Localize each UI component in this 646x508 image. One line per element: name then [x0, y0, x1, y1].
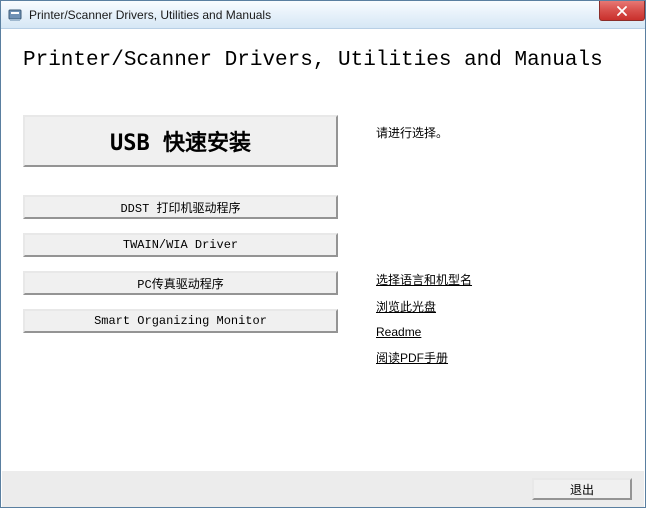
- left-column: USB 快速安装 DDST 打印机驱动程序 TWAIN/WIA Driver P…: [23, 115, 338, 347]
- exit-button[interactable]: 退出: [532, 478, 632, 500]
- smart-organizing-monitor-button[interactable]: Smart Organizing Monitor: [23, 309, 338, 333]
- page-title: Printer/Scanner Drivers, Utilities and M…: [23, 49, 603, 72]
- instruction-text: 请进行选择。: [376, 124, 616, 141]
- dialog-window: Printer/Scanner Drivers, Utilities and M…: [0, 0, 646, 508]
- pc-fax-driver-button[interactable]: PC传真驱动程序: [23, 271, 338, 295]
- ddst-driver-button[interactable]: DDST 打印机驱动程序: [23, 195, 338, 219]
- footer-bar: 退出: [2, 471, 644, 507]
- twain-wia-driver-button[interactable]: TWAIN/WIA Driver: [23, 233, 338, 257]
- readme-link[interactable]: Readme: [376, 325, 421, 339]
- window-title: Printer/Scanner Drivers, Utilities and M…: [29, 8, 271, 22]
- browse-disc-link[interactable]: 浏览此光盘: [376, 298, 436, 315]
- app-icon: [7, 7, 23, 23]
- right-column: 请进行选择。 选择语言和机型名 浏览此光盘 Readme 阅读PDF手册: [376, 124, 616, 376]
- content-area: Printer/Scanner Drivers, Utilities and M…: [1, 29, 645, 507]
- usb-quick-install-button[interactable]: USB 快速安装: [23, 115, 338, 167]
- select-language-model-link[interactable]: 选择语言和机型名: [376, 271, 472, 288]
- titlebar: Printer/Scanner Drivers, Utilities and M…: [1, 1, 645, 29]
- read-pdf-manual-link[interactable]: 阅读PDF手册: [376, 349, 448, 366]
- close-button[interactable]: [599, 1, 645, 21]
